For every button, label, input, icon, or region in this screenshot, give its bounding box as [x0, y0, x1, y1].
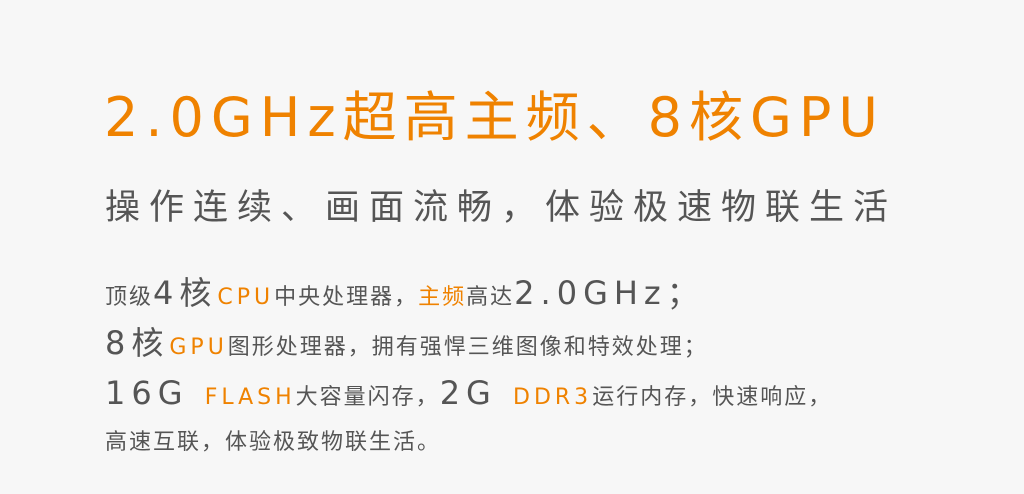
- spec-highlight-cpu: CPU: [217, 285, 275, 310]
- spec-text: 高速互联，体验极致物联生活。: [105, 430, 442, 455]
- spec-text: 高达: [466, 285, 515, 310]
- spec-highlight-gpu: GPU: [169, 335, 228, 360]
- spec-highlight-ddr3: DDR3: [513, 385, 593, 410]
- spec-storage-size: 16G: [105, 374, 205, 412]
- spec-line-gpu: 8核GPU图形处理器，拥有强悍三维图像和特效处理；: [105, 318, 1015, 368]
- spec-text: 中央处理器，: [274, 285, 419, 310]
- spec-highlight-flash: FLASH: [204, 385, 296, 410]
- spec-core-count: 4核: [153, 274, 218, 312]
- spec-list: 顶级4核CPU中央处理器，主频高达2.0GHz； 8核GPU图形处理器，拥有强悍…: [105, 268, 1015, 468]
- headline: 2.0GHz超高主频、8核GPU: [104, 86, 885, 149]
- subtitle: 操作连续、画面流畅，体验极速物联生活: [105, 188, 898, 228]
- spec-line-cpu: 顶级4核CPU中央处理器，主频高达2.0GHz；: [105, 268, 1015, 318]
- spec-text: 运行内存，快速响应，: [592, 385, 833, 410]
- spec-text: 图形处理器，拥有强悍三维图像和特效处理；: [227, 335, 708, 360]
- spec-line-connectivity: 高速互联，体验极致物联生活。: [105, 418, 1015, 468]
- spec-text: 顶级: [105, 285, 154, 310]
- spec-highlight-frequency: 主频: [418, 285, 467, 310]
- spec-ram-size: 2G: [439, 374, 514, 412]
- spec-core-count: 8核: [105, 324, 170, 362]
- spec-line-memory: 16G FLASH大容量闪存，2G DDR3运行内存，快速响应，: [105, 368, 1015, 418]
- spec-text: 大容量闪存，: [295, 385, 440, 410]
- spec-frequency-value: 2.0GHz；: [514, 274, 705, 312]
